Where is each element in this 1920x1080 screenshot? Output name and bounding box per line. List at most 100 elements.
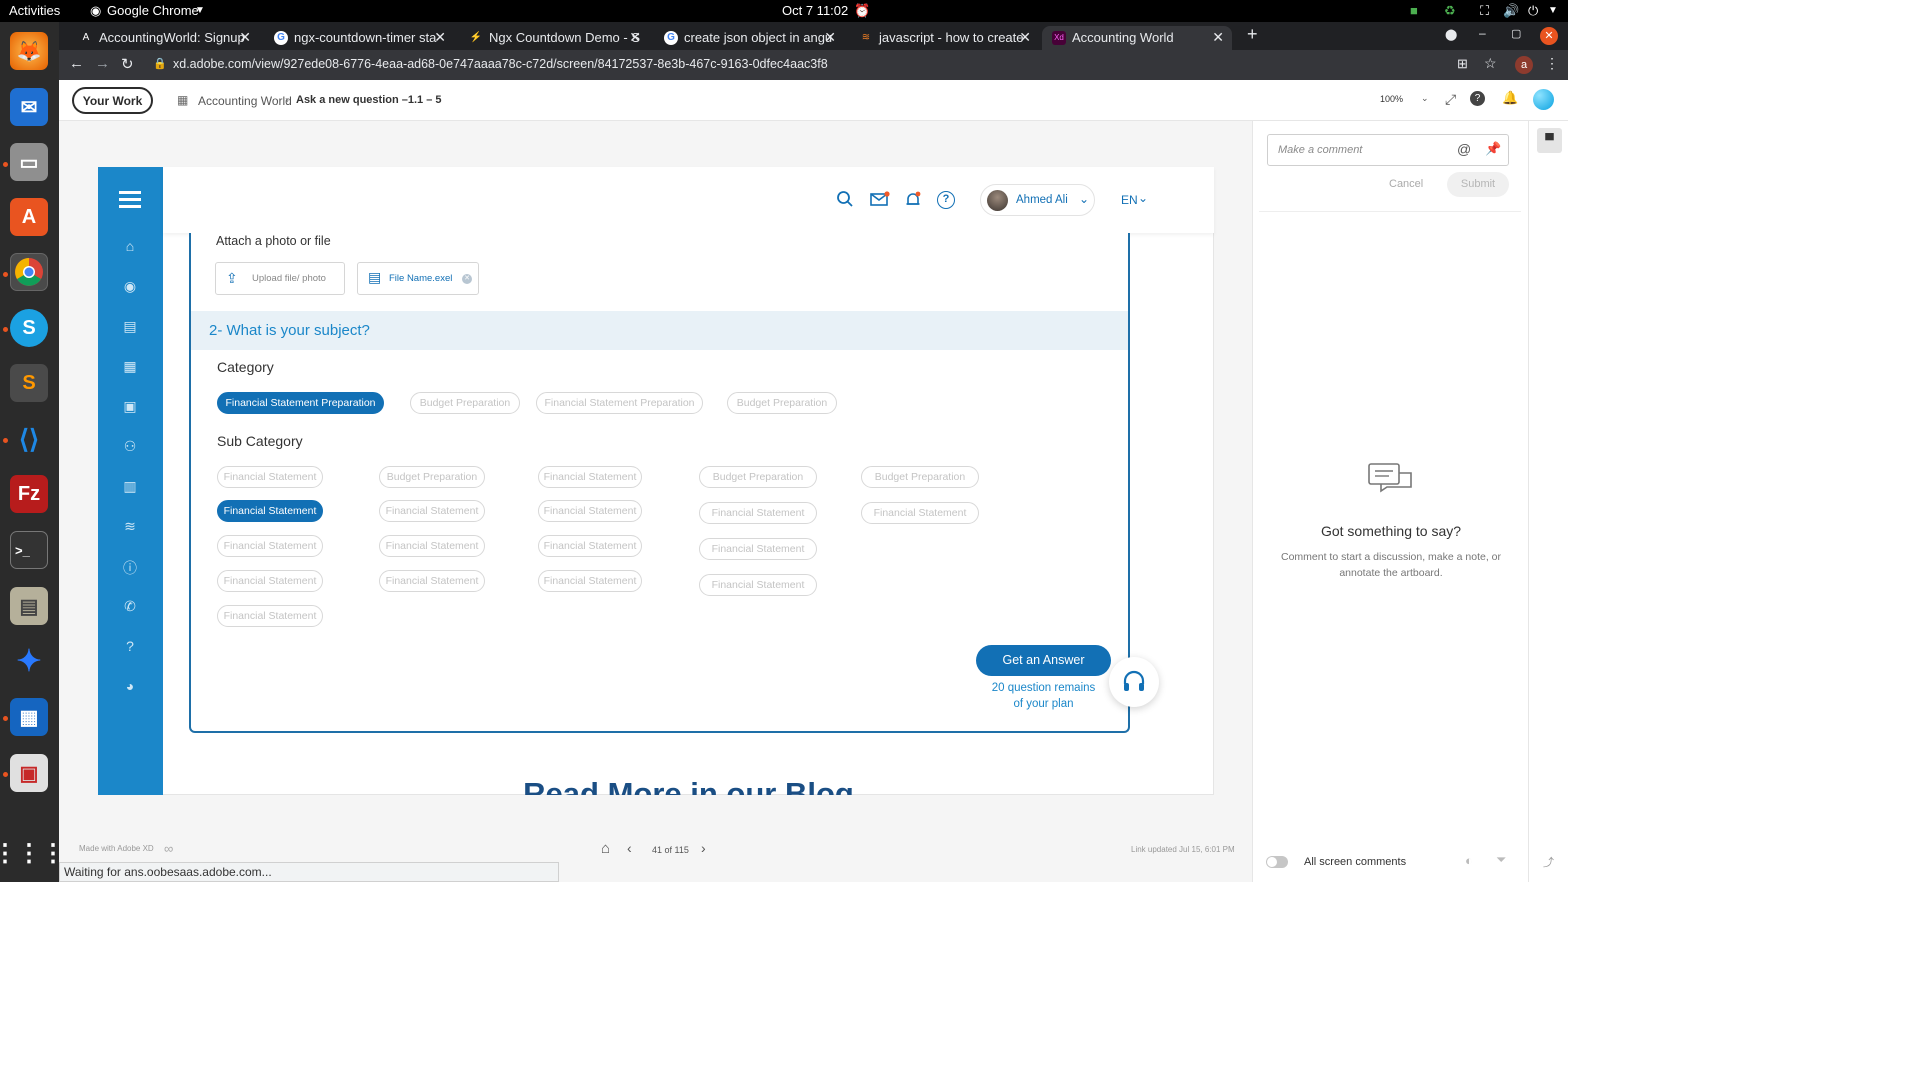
browser-tab[interactable]: Gcreate json object in angu ✕ [654, 26, 844, 50]
submit-button[interactable]: Submit [1447, 172, 1509, 197]
subcategory-chip[interactable]: Budget Preparation [861, 466, 979, 488]
your-work-button[interactable]: Your Work [72, 87, 153, 114]
user-menu[interactable]: Ahmed Ali ⌄ [980, 184, 1095, 216]
subcategory-chip[interactable]: Financial Statement [699, 502, 817, 524]
subcategory-chip[interactable]: Financial Statement [217, 466, 323, 488]
cancel-button[interactable]: Cancel [1389, 178, 1423, 190]
app-icon[interactable]: ✦ [10, 642, 48, 680]
browser-tab-active[interactable]: Xd Accounting World ✕ [1042, 26, 1232, 50]
next-screen-icon[interactable]: › [701, 840, 706, 856]
archive-icon[interactable]: ▤ [10, 587, 48, 625]
thunderbird-icon[interactable]: ✉ [10, 88, 48, 126]
app-menu[interactable]: Google Chrome [107, 3, 199, 18]
share-icon[interactable]: ⤴ [1543, 854, 1554, 870]
pin-icon[interactable]: 📌 [1485, 141, 1501, 157]
network-icon[interactable]: ⛶ [1480, 3, 1489, 19]
all-comments-toggle[interactable] [1266, 856, 1288, 868]
filezilla-icon[interactable]: Fz [10, 475, 48, 513]
close-icon[interactable]: ✕ [629, 29, 641, 46]
terminal-icon[interactable]: >_ [10, 531, 48, 569]
settings-sliders-icon[interactable]: ≋ [120, 518, 140, 534]
tab-search-icon[interactable]: ⬤ [1445, 28, 1457, 41]
reload-icon[interactable]: ↻ [121, 55, 134, 73]
chevron-down-icon[interactable]: ⌄ [1138, 191, 1148, 205]
subcategory-chip[interactable]: Financial Statement [217, 500, 323, 522]
translate-icon[interactable]: ⊞ [1457, 56, 1468, 72]
subcategory-chip[interactable]: Financial Statement [538, 535, 642, 557]
close-icon[interactable]: ✕ [1019, 29, 1031, 46]
home-icon[interactable]: ⌂ [120, 238, 140, 254]
back-icon[interactable]: ← [69, 55, 84, 72]
question-icon[interactable]: ? [120, 638, 140, 654]
subcategory-chip[interactable]: Budget Preparation [379, 466, 485, 488]
mail-icon[interactable] [870, 191, 890, 212]
category-chip[interactable]: Financial Statement Preparation [536, 392, 703, 414]
bell-icon[interactable] [904, 191, 922, 214]
subcategory-chip[interactable]: Financial Statement [217, 570, 323, 592]
subcategory-chip[interactable]: Financial Statement [699, 538, 817, 560]
power-icon[interactable]: ⏻ [1528, 3, 1538, 19]
subcategory-chip[interactable]: Financial Statement [538, 466, 642, 488]
close-icon[interactable]: ✕ [239, 29, 251, 46]
breadcrumb-project[interactable]: Accounting World [198, 94, 292, 108]
subcategory-chip[interactable]: Financial Statement [861, 502, 979, 524]
browser-tab[interactable]: ≋ javascript - how to create ✕ [849, 26, 1039, 50]
upload-file-button[interactable]: ⇪ Upload file/ photo [215, 262, 345, 295]
users-icon[interactable]: ⚇ [120, 438, 140, 454]
clock[interactable]: Oct 7 11:02 [782, 3, 848, 18]
zoom-select[interactable]: 100% [1380, 94, 1403, 104]
viewer-icon[interactable]: ▣ [10, 754, 48, 792]
chevron-down-icon[interactable]: ⌄ [1421, 93, 1429, 104]
activities-button[interactable]: Activities [9, 3, 60, 18]
phone-icon[interactable]: ✆ [120, 598, 140, 614]
browser-tab[interactable]: ⚡ Ngx Countdown Demo - S ✕ [459, 26, 649, 50]
writer-icon[interactable]: ▦ [10, 698, 48, 736]
prev-screen-icon[interactable]: ‹ [627, 840, 632, 856]
comment-panel-icon[interactable]: ▀ [1537, 128, 1562, 153]
category-chip[interactable]: Budget Preparation [727, 392, 837, 414]
url-input[interactable]: 🔒 xd.adobe.com/view/927ede08-6776-4eaa-a… [149, 54, 1449, 76]
subcategory-chip[interactable]: Financial Statement [538, 570, 642, 592]
chat-support-icon[interactable]: ◕ [120, 678, 140, 694]
skype-icon[interactable]: S [10, 309, 48, 347]
subcategory-chip[interactable]: Financial Statement [217, 605, 323, 627]
restore-icon[interactable]: ▢ [1511, 27, 1521, 40]
firefox-icon[interactable]: 🦊 [10, 32, 48, 70]
subcategory-chip[interactable]: Financial Statement [217, 535, 323, 557]
get-answer-button[interactable]: Get an Answer [976, 645, 1111, 676]
comment-input[interactable]: Make a comment @ 📌 [1267, 134, 1509, 166]
show-apps-icon[interactable]: ⋮⋮⋮ [0, 834, 65, 872]
help-circle-icon[interactable]: ? [937, 191, 955, 209]
profile-avatar[interactable]: a [1515, 56, 1533, 74]
archive-icon[interactable]: ▣ [120, 398, 140, 414]
home-icon[interactable]: ⌂ [601, 840, 610, 857]
search-icon[interactable] [836, 190, 854, 213]
hide-comments-icon[interactable]: ◐ [1465, 853, 1473, 868]
subcategory-chip[interactable]: Financial Statement [379, 535, 485, 557]
browser-tab[interactable]: Gngx-countdown-timer sta ✕ [264, 26, 454, 50]
language-select[interactable]: EN [1121, 193, 1138, 207]
attached-file-chip[interactable]: ▤ File Name.exel ✕ [357, 262, 479, 295]
grid-icon[interactable]: ▦ [177, 93, 188, 107]
keyboard-icon[interactable]: ▤ [120, 318, 140, 334]
vscode-icon[interactable]: ⟨⟩ [10, 420, 48, 458]
forward-icon[interactable]: → [95, 55, 110, 72]
sublime-text-icon[interactable]: S [10, 364, 48, 402]
close-icon[interactable]: ✕ [1212, 29, 1224, 46]
close-window-icon[interactable]: ✕ [1540, 27, 1558, 45]
subcategory-chip[interactable]: Budget Preparation [699, 466, 817, 488]
category-chip[interactable]: Financial Statement Preparation [217, 392, 384, 414]
close-icon[interactable]: ✕ [434, 29, 446, 46]
calendar-icon[interactable]: ▥ [120, 478, 140, 494]
notification-bell-icon[interactable]: 🔔 [1502, 90, 1518, 106]
buildings-icon[interactable]: ▦ [120, 358, 140, 374]
bookmark-star-icon[interactable]: ☆ [1484, 55, 1497, 72]
minimize-icon[interactable]: – [1479, 26, 1486, 40]
mention-icon[interactable]: @ [1457, 141, 1471, 157]
user-avatar[interactable] [1533, 89, 1554, 110]
chrome-icon[interactable] [10, 253, 48, 291]
tray-sync-icon[interactable]: ♻ [1444, 3, 1456, 19]
chrome-menu-icon[interactable]: ⋮ [1545, 55, 1559, 72]
category-chip[interactable]: Budget Preparation [410, 392, 520, 414]
close-icon[interactable]: ✕ [824, 29, 836, 46]
